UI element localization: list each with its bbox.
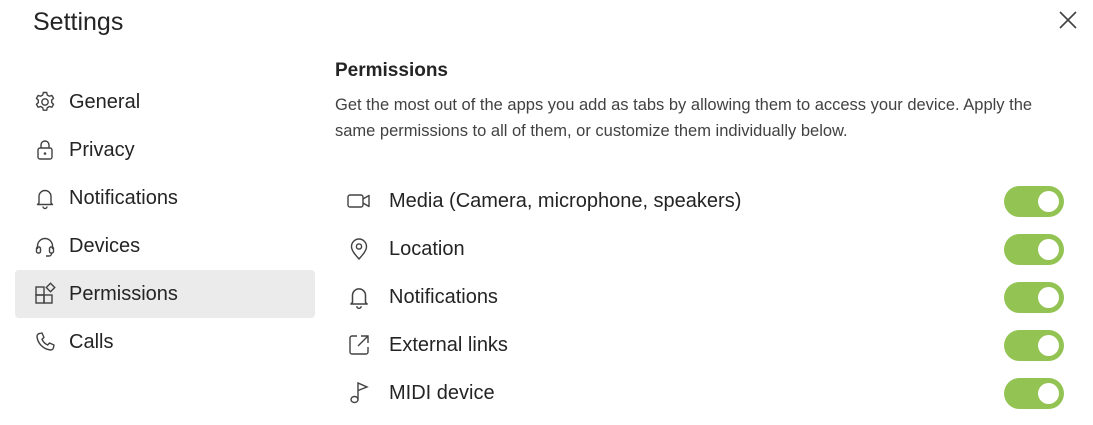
location-pin-icon <box>346 236 372 262</box>
permissions-section: Permissions Get the most out of the apps… <box>335 58 1075 144</box>
section-description: Get the most out of the apps you add as … <box>335 96 1033 140</box>
permission-label: Media (Camera, microphone, speakers) <box>389 189 742 212</box>
phone-icon <box>32 329 58 355</box>
permissions-list: Media (Camera, microphone, speakers) Loc… <box>335 177 1075 417</box>
sidebar-item-privacy[interactable]: Privacy <box>15 126 315 174</box>
permission-row-notifications: Notifications <box>335 273 1075 321</box>
permission-label: Notifications <box>389 285 498 308</box>
sidebar-item-label: Notifications <box>69 186 178 209</box>
external-link-icon <box>346 332 372 358</box>
toggle-knob <box>1038 286 1059 308</box>
external-links-toggle[interactable] <box>1004 329 1064 361</box>
lock-icon <box>32 137 58 163</box>
close-icon <box>1059 11 1077 29</box>
page-title: Settings <box>33 8 124 36</box>
music-note-icon <box>346 380 372 406</box>
video-camera-icon <box>346 188 372 214</box>
close-button[interactable] <box>1056 8 1080 32</box>
settings-sidebar: General Privacy Notifications Devices Pe… <box>15 78 315 366</box>
permission-row-location: Location <box>335 225 1075 273</box>
gear-icon <box>32 89 58 115</box>
bell-icon <box>32 185 58 211</box>
permission-row-midi: MIDI device <box>335 369 1075 417</box>
toggle-knob <box>1038 238 1059 260</box>
toggle-knob <box>1038 190 1059 212</box>
midi-device-toggle[interactable] <box>1004 377 1064 409</box>
permission-row-external-links: External links <box>335 321 1075 369</box>
sidebar-item-label: General <box>69 90 141 113</box>
sidebar-item-calls[interactable]: Calls <box>15 318 315 366</box>
location-toggle[interactable] <box>1004 233 1064 265</box>
permission-label: External links <box>389 333 508 356</box>
toggle-knob <box>1038 334 1059 356</box>
sidebar-item-label: Devices <box>69 234 141 257</box>
section-heading: Permissions <box>335 60 448 81</box>
headset-icon <box>32 233 58 259</box>
bell-icon <box>346 284 372 310</box>
sidebar-item-label: Permissions <box>69 282 178 305</box>
sidebar-item-label: Privacy <box>69 138 135 161</box>
apps-icon <box>32 281 58 307</box>
sidebar-item-devices[interactable]: Devices <box>15 222 315 270</box>
sidebar-item-general[interactable]: General <box>15 78 315 126</box>
permission-label: MIDI device <box>389 381 495 404</box>
sidebar-item-notifications[interactable]: Notifications <box>15 174 315 222</box>
media-toggle[interactable] <box>1004 185 1064 217</box>
toggle-knob <box>1038 382 1059 404</box>
sidebar-item-label: Calls <box>69 330 114 353</box>
permission-label: Location <box>389 237 465 260</box>
notifications-toggle[interactable] <box>1004 281 1064 313</box>
permission-row-media: Media (Camera, microphone, speakers) <box>335 177 1075 225</box>
sidebar-item-permissions[interactable]: Permissions <box>15 270 315 318</box>
